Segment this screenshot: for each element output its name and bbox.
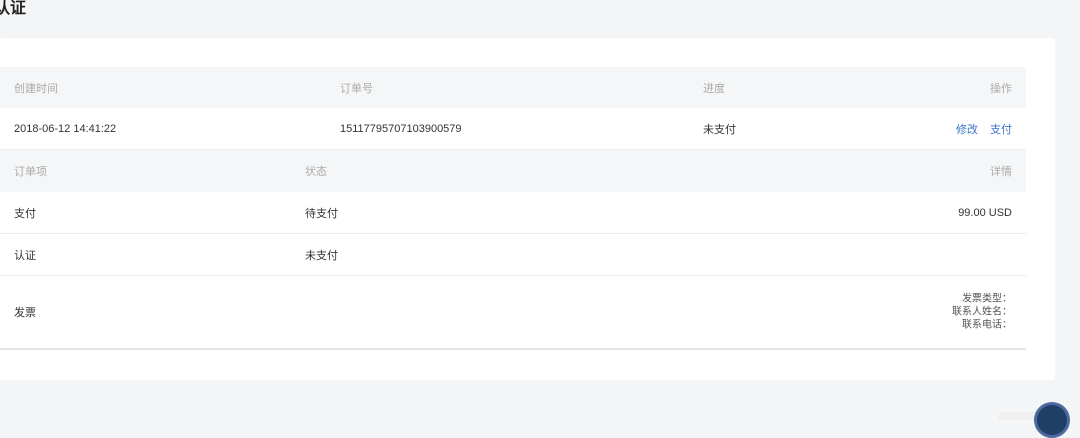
item-name: 支付 [14,205,36,221]
col-order-number: 订单号 [340,80,373,96]
item-name: 发票 [14,304,36,320]
order-table: 创建时间 订单号 进度 操作 2018-06-12 14:41:22 15117… [0,67,1026,350]
order-row: 2018-06-12 14:41:22 15117795707103900579… [0,108,1026,150]
edit-link[interactable]: 修改 [956,124,978,136]
col-status: 状态 [305,163,327,179]
invoice-details: 发票类型： 联系人姓名： 联系电话： [952,293,1012,332]
col-progress: 进度 [703,80,725,96]
created-time: 2018-06-12 14:41:22 [14,123,116,135]
table-row: 支付 待支付 99.00 USD [0,192,1026,234]
item-detail: 99.00 USD [958,207,1012,219]
order-number: 15117795707103900579 [340,123,462,135]
page-title: 认证 [0,0,26,18]
table-row: 认证 未支付 [0,234,1026,276]
item-status: 待支付 [305,205,338,221]
col-created-time: 创建时间 [14,80,58,96]
support-chat-icon[interactable] [1034,402,1070,438]
contact-phone-label: 联系电话： [952,319,1012,332]
col-order-item: 订单项 [14,163,47,179]
item-status: 未支付 [305,247,338,263]
progress-status: 未支付 [703,121,736,137]
col-actions: 操作 [990,80,1012,96]
items-table-header: 订单项 状态 详情 [0,150,1026,192]
item-name: 认证 [14,247,36,263]
col-detail: 详情 [990,163,1012,179]
pay-link[interactable]: 支付 [990,124,1012,136]
contact-name-label: 联系人姓名： [952,306,1012,319]
order-card: 创建时间 订单号 进度 操作 2018-06-12 14:41:22 15117… [0,38,1055,380]
order-actions: 修改 支付 [947,121,1012,137]
invoice-type-label: 发票类型： [952,293,1012,306]
order-table-header: 创建时间 订单号 进度 操作 [0,67,1026,108]
table-row: 发票 发票类型： 联系人姓名： 联系电话： [0,276,1026,350]
